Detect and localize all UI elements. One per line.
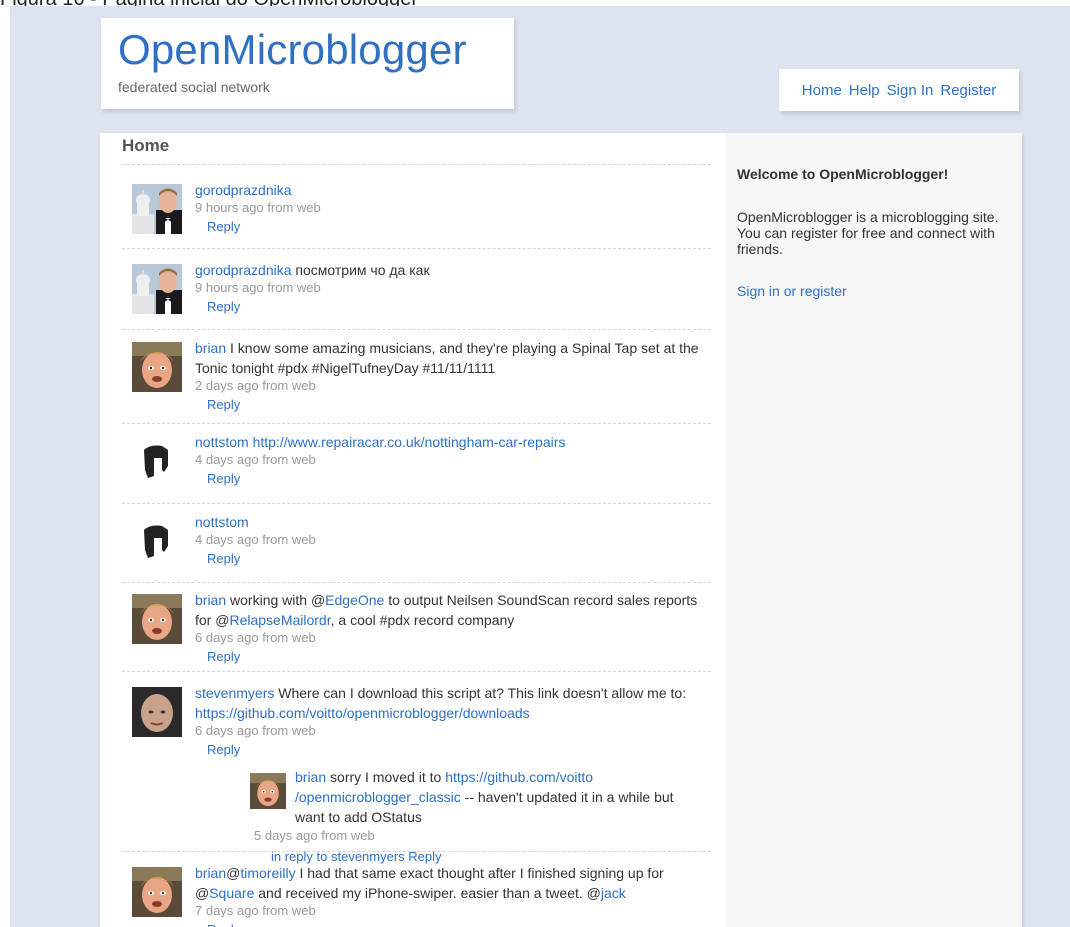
notice-separator: [122, 164, 711, 165]
page-title: Home: [122, 136, 170, 155]
notice-timestamp: 9 hours ago from web: [195, 200, 321, 215]
notice-author[interactable]: gorodprazdnika: [195, 262, 292, 278]
notice-author[interactable]: brian: [295, 769, 326, 785]
timeline: Home gorodprazdnika 9 hours ago from web R…: [100, 133, 726, 927]
notice-timestamp: 6 days ago from web: [195, 723, 316, 738]
list-item: stevenmyers Where can I download this sc…: [122, 685, 711, 757]
notice-body: gorodprazdnika 9 hours ago from web Reply: [195, 180, 715, 236]
reply-timestamp: 5 days ago from web: [254, 828, 375, 843]
avatar[interactable]: [132, 264, 182, 314]
notice-timestamp: 7 days ago from web: [195, 903, 316, 918]
reply-button[interactable]: Reply: [408, 849, 441, 864]
list-item: nottstom 4 days ago from web Reply: [122, 514, 711, 576]
reply-body: brian sorry I moved it to https://github…: [295, 769, 674, 825]
notice-timestamp: 2 days ago from web: [195, 378, 316, 393]
reply-button[interactable]: Reply: [207, 298, 240, 316]
notice-link[interactable]: /openmicroblogger_classic: [295, 789, 461, 805]
sign-in-register-link[interactable]: Sign in or register: [737, 283, 847, 299]
notice-timestamp: 9 hours ago from web: [195, 280, 321, 295]
notice-separator: [122, 503, 711, 504]
notice-body: stevenmyers Where can I download this sc…: [195, 683, 715, 759]
notice-body: brian I know some amazing musicians, and…: [195, 338, 715, 414]
notice-author[interactable]: nottstom: [195, 514, 249, 530]
notice-author[interactable]: brian: [195, 340, 226, 356]
site-header: OpenMicroblogger federated social networ…: [101, 18, 514, 109]
reply-button[interactable]: Reply: [207, 396, 240, 414]
reply-button[interactable]: Reply: [207, 648, 240, 666]
notice-timestamp: 4 days ago from web: [195, 532, 316, 547]
sidebar: Welcome to OpenMicroblogger! OpenMicrobl…: [726, 133, 1022, 927]
mention-link[interactable]: Square: [209, 885, 254, 901]
notice-body: nottstom 4 days ago from web Reply: [195, 512, 715, 568]
avatar[interactable]: [132, 342, 182, 392]
avatar[interactable]: [250, 773, 286, 809]
nav-sign-in[interactable]: Sign In: [887, 82, 934, 99]
mention-link[interactable]: EdgeOne: [325, 592, 384, 608]
reply-links: in reply to stevenmyers Reply: [271, 849, 442, 864]
nav-help[interactable]: Help: [849, 82, 880, 99]
list-item: brian working with @EdgeOne to output Ne…: [122, 592, 711, 664]
mention-link[interactable]: jack: [601, 885, 626, 901]
nav-home[interactable]: Home: [802, 82, 842, 99]
page-background: OpenMicroblogger federated social networ…: [10, 6, 1070, 927]
mention-link[interactable]: timoreilly: [240, 865, 295, 881]
notice-body: nottstom http://www.repairacar.co.uk/not…: [195, 432, 715, 488]
notice-author[interactable]: gorodprazdnika: [195, 182, 292, 198]
site-tagline: federated social network: [118, 79, 270, 95]
avatar[interactable]: [132, 594, 182, 644]
notice-separator: [122, 582, 711, 583]
notice-separator: [122, 671, 711, 672]
list-item: gorodprazdnika 9 hours ago from web Reply: [122, 182, 711, 244]
notice-separator: [122, 248, 711, 249]
notice-separator: [122, 423, 711, 424]
nav-register[interactable]: Register: [940, 82, 996, 99]
notice-body: brian@timoreilly I had that same exact t…: [195, 863, 715, 927]
list-item: brian@timoreilly I had that same exact t…: [122, 865, 711, 927]
list-item: gorodprazdnika посмотрим чо да как 9 hour…: [122, 262, 711, 324]
notice-author[interactable]: stevenmyers: [195, 685, 274, 701]
notice-link[interactable]: https://github.com/voitto: [445, 769, 593, 785]
reply-button[interactable]: Reply: [207, 550, 240, 568]
sidebar-title: Welcome to OpenMicroblogger!: [737, 166, 949, 182]
notice-link[interactable]: https://github.com/voitto/openmicroblogg…: [195, 705, 530, 721]
list-item: brian I know some amazing musicians, and…: [122, 340, 711, 412]
notice-separator: [122, 329, 711, 330]
avatar[interactable]: [132, 436, 182, 486]
notice-author[interactable]: brian: [195, 865, 226, 881]
reply-button[interactable]: Reply: [207, 218, 240, 236]
avatar[interactable]: [132, 184, 182, 234]
reply-button[interactable]: Reply: [207, 470, 240, 488]
notice-body: brian working with @EdgeOne to output Ne…: [195, 590, 715, 666]
site-logo[interactable]: OpenMicroblogger: [118, 26, 467, 74]
notice-timestamp: 4 days ago from web: [195, 452, 316, 467]
avatar[interactable]: [132, 687, 182, 737]
mention-link[interactable]: RelapseMailordr: [229, 612, 330, 628]
reply-button[interactable]: Reply: [207, 741, 240, 759]
notice-author[interactable]: brian: [195, 592, 226, 608]
notice-author[interactable]: nottstom: [195, 434, 249, 450]
avatar[interactable]: [132, 867, 182, 917]
notice-link[interactable]: http://www.repairacar.co.uk/nottingham-c…: [253, 434, 566, 450]
top-nav: Home Help Sign In Register: [779, 69, 1019, 111]
content-panel: Home gorodprazdnika 9 hours ago from web R…: [100, 133, 1022, 927]
sidebar-text: OpenMicroblogger is a microblogging site…: [737, 209, 999, 257]
reply-button[interactable]: Reply: [207, 921, 240, 927]
avatar[interactable]: [132, 516, 182, 566]
notice-body: gorodprazdnika посмотрим чо да как 9 hour…: [195, 260, 715, 316]
in-reply-to-link[interactable]: in reply to stevenmyers: [271, 849, 405, 864]
notice-timestamp: 6 days ago from web: [195, 630, 316, 645]
list-item: nottstom http://www.repairacar.co.uk/not…: [122, 434, 711, 496]
